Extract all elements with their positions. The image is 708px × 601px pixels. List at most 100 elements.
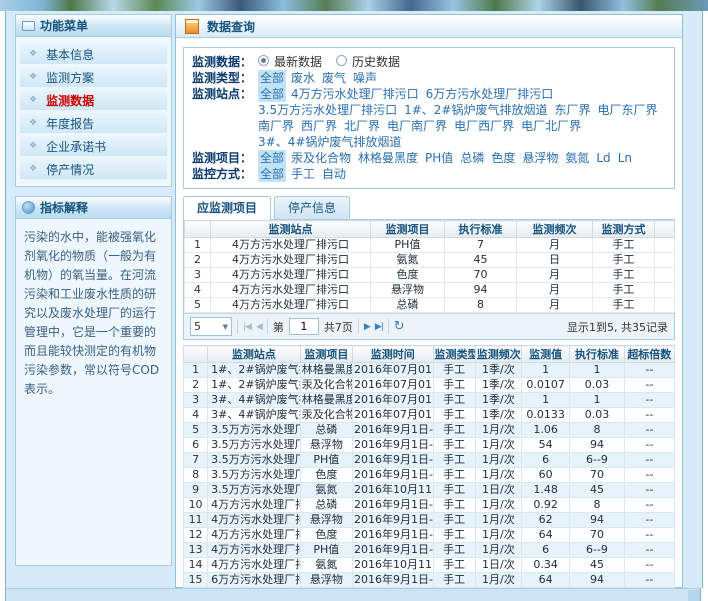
last-page-button[interactable]: ▶|: [375, 322, 383, 332]
table-row[interactable]: 14万方污水处理厂排污口PH值7月手工: [185, 238, 675, 253]
filter-label: 监测数据：: [192, 54, 258, 70]
cell: 15: [184, 573, 208, 588]
filter-option-link[interactable]: 噪声: [353, 70, 377, 86]
diamond-icon: ❖: [29, 50, 37, 59]
prev-page-button[interactable]: ◀: [256, 322, 262, 332]
radio-option[interactable]: 最新数据: [258, 55, 322, 69]
table-row[interactable]: 21#、2#锅炉废气排放烟道汞及化合物2016年07月01日手工1季/次0.01…: [184, 378, 675, 393]
filter-option-link[interactable]: 3#、4#锅炉废气排放烟道: [258, 134, 401, 150]
sidebar-item[interactable]: ❖监测方案: [20, 67, 167, 87]
horizontal-scrollbar[interactable]: [5, 588, 701, 601]
table-row[interactable]: 33#、4#锅炉废气排放烟道林格曼黑度2016年07月01日手工1季/次11--: [184, 393, 675, 408]
filter-option-link[interactable]: 总磷: [460, 150, 484, 166]
cell: 3.5万方污水处理厂排污口: [208, 438, 301, 453]
filter-option-link[interactable]: 全部: [258, 150, 286, 166]
filter-option-link[interactable]: 手工: [291, 166, 315, 182]
filter-option-link[interactable]: 废水: [291, 70, 315, 86]
tab-active[interactable]: 应监测项目: [183, 196, 271, 220]
filter-option-link[interactable]: 林格曼黑度: [358, 150, 418, 166]
cell: 4: [185, 283, 211, 298]
filter-option-link[interactable]: 东厂界: [554, 102, 590, 118]
sidebar-item-label: 企业承诺书: [46, 138, 106, 155]
cell: 4万方污水处理厂排污口: [208, 558, 301, 573]
filter-option-link[interactable]: 悬浮物: [522, 150, 558, 166]
filter-option-link[interactable]: 6万方污水处理厂排污口: [426, 86, 554, 102]
column-header: 监测站点: [208, 346, 301, 363]
page-number-input[interactable]: [289, 318, 319, 335]
sidebar-item[interactable]: ❖基本信息: [20, 44, 167, 64]
filter-box: 监测数据：最新数据历史数据监测类型：全部废水废气噪声监测站点：全部4万方污水处理…: [183, 47, 675, 189]
page-size-select[interactable]: 5 ▼: [190, 317, 232, 336]
filter-option-link[interactable]: 电厂东厂界: [598, 102, 658, 118]
filter-option-link[interactable]: PH值: [425, 150, 453, 166]
table-row[interactable]: 53.5万方污水处理厂排污口总磷2016年9月1日-手工1月/次1.068--: [184, 423, 675, 438]
table-row[interactable]: 73.5万方污水处理厂排污口PH值2016年9月1日-手工1月/次66--9--: [184, 453, 675, 468]
table-row[interactable]: 156万方污水处理厂排污口悬浮物2016年9月1日-手工1月/次6494--: [184, 573, 675, 588]
filter-option-link[interactable]: 自动: [322, 166, 346, 182]
sidebar-item[interactable]: ❖停产情况: [20, 159, 167, 179]
table-row[interactable]: 63.5万方污水处理厂排污口悬浮物2016年9月1日-手工1月/次5494--: [184, 438, 675, 453]
filter-option-link[interactable]: 4万方污水处理厂排污口: [291, 86, 419, 102]
cell: 7: [184, 453, 208, 468]
cell: 45: [570, 483, 624, 498]
table-row[interactable]: 11#、2#锅炉废气排放烟道林格曼黑度2016年07月01日手工1季/次11--: [184, 363, 675, 378]
cell: 60: [522, 468, 570, 483]
sidebar-item[interactable]: ❖年度报告: [20, 113, 167, 133]
scrollbar-corner: [688, 590, 700, 601]
table-row[interactable]: 54万方污水处理厂排污口总磷8月手工: [185, 298, 675, 313]
table-row[interactable]: 114万方污水处理厂排污口悬浮物2016年9月1日-手工1月/次6294--: [184, 513, 675, 528]
filter-option-link[interactable]: 色度: [491, 150, 515, 166]
cell: 汞及化合物: [300, 408, 352, 423]
refresh-icon[interactable]: ↻: [394, 319, 405, 334]
cell: 1季/次: [475, 408, 521, 423]
table-row[interactable]: 134万方污水处理厂排污口PH值2016年9月1日-手工1月/次66--9--: [184, 543, 675, 558]
table-row[interactable]: 24万方污水处理厂排污口氨氮45日手工: [185, 253, 675, 268]
cell: 手工: [433, 513, 475, 528]
filter-option-link[interactable]: 西厂界: [301, 118, 337, 134]
filter-row: 监测站点：全部4万方污水处理厂排污口6万方污水处理厂排污口3.5万方污水处理厂排…: [192, 86, 666, 150]
table-row[interactable]: 93.5万方污水处理厂排污口氨氮2016年10月11日手工1日/次1.4845-…: [184, 483, 675, 498]
cell: 6--9: [570, 453, 624, 468]
filter-option-link[interactable]: Ln: [618, 150, 632, 166]
sidebar-item[interactable]: ❖监测数据: [20, 90, 167, 110]
filter-option-link[interactable]: 电厂南厂界: [387, 118, 447, 134]
filter-option-link[interactable]: 全部: [258, 70, 286, 86]
cell: [655, 253, 675, 268]
cell: 手工: [433, 543, 475, 558]
filter-option-link[interactable]: 3.5万方污水处理厂排污口: [258, 102, 397, 118]
sidebar-item[interactable]: ❖企业承诺书: [20, 136, 167, 156]
cell: 8: [184, 468, 208, 483]
column-header: [185, 221, 211, 238]
function-menu-title: 功能菜单: [40, 17, 88, 34]
cell: 手工: [433, 453, 475, 468]
table-row[interactable]: 124万方污水处理厂排污口色度2016年9月1日-手工1月/次6470--: [184, 528, 675, 543]
filter-option-link[interactable]: 全部: [258, 166, 286, 182]
cell: 54: [522, 438, 570, 453]
filter-option-link[interactable]: 电厂北厂界: [521, 118, 581, 134]
tab-inactive[interactable]: 停产信息: [274, 196, 350, 219]
filter-option-link[interactable]: 汞及化合物: [291, 150, 351, 166]
filter-option-link[interactable]: 南厂界: [258, 118, 294, 134]
cell: --: [624, 483, 674, 498]
filter-option-link[interactable]: 北厂界: [344, 118, 380, 134]
next-page-button[interactable]: ▶: [364, 322, 370, 332]
filter-option-link[interactable]: 电厂西厂界: [454, 118, 514, 134]
filter-option-link[interactable]: 废气: [322, 70, 346, 86]
cell: 悬浮物: [300, 513, 352, 528]
sidebar-item-label: 停产情况: [46, 161, 94, 178]
cell: 1: [570, 363, 624, 378]
table-row[interactable]: 104万方污水处理厂排污口总磷2016年9月1日-手工1月/次0.928--: [184, 498, 675, 513]
filter-option-link[interactable]: 全部: [258, 86, 286, 102]
radio-option[interactable]: 历史数据: [336, 55, 400, 69]
table-row[interactable]: 83.5万方污水处理厂排污口色度2016年9月1日-手工1月/次6070--: [184, 468, 675, 483]
table-row[interactable]: 43#、4#锅炉废气排放烟道汞及化合物2016年07月01日手工1季/次0.01…: [184, 408, 675, 423]
table-row[interactable]: 144万方污水处理厂排污口氨氮2016年10月11日手工1日/次0.3445--: [184, 558, 675, 573]
table-row[interactable]: 34万方污水处理厂排污口色度70月手工: [185, 268, 675, 283]
filter-option-link[interactable]: 氨氮: [565, 150, 589, 166]
cell: 70: [445, 268, 517, 283]
cell: --: [624, 558, 674, 573]
filter-option-link[interactable]: Ld: [596, 150, 610, 166]
table-row[interactable]: 44万方污水处理厂排污口悬浮物94月手工: [185, 283, 675, 298]
filter-option-link[interactable]: 1#、2#锅炉废气排放烟道: [404, 102, 547, 118]
first-page-button[interactable]: |◀: [243, 322, 251, 332]
